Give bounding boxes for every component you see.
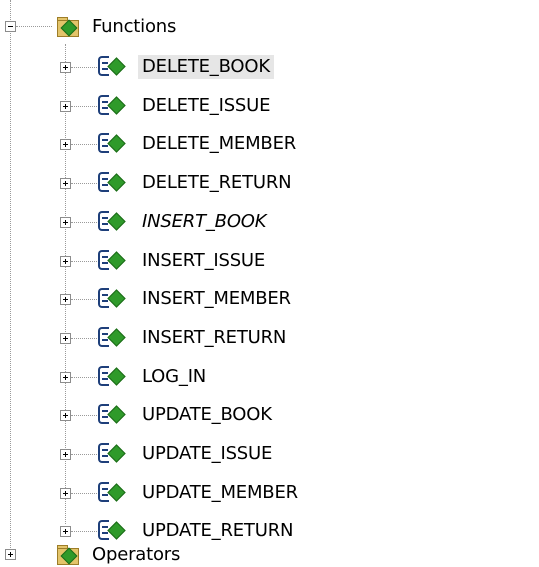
operators-folder-label[interactable]: Operators [92,543,180,567]
tree-guide-line [71,531,97,532]
function-icon [96,520,126,542]
tree-guide-line [71,338,97,339]
function-label[interactable]: INSERT_BOOK [142,210,267,234]
function-label[interactable]: INSERT_ISSUE [142,249,265,273]
expand-toggle[interactable] [60,139,71,150]
function-icon [96,172,126,194]
expand-operators-toggle[interactable] [5,549,16,560]
tree-row[interactable]: INSERT_MEMBER [0,278,539,316]
tree-row[interactable]: UPDATE_BOOK [0,394,539,432]
tree-guide-line [71,299,97,300]
tree-row[interactable]: DELETE_RETURN [0,162,539,200]
tree-guide-line [71,377,97,378]
tree-row[interactable]: DELETE_ISSUE [0,85,539,123]
operators-folder-icon [57,545,79,565]
function-icon [96,288,126,310]
tree-row[interactable]: INSERT_RETURN [0,317,539,355]
function-label[interactable]: INSERT_RETURN [142,326,286,350]
expand-toggle[interactable] [60,333,71,344]
function-label[interactable]: UPDATE_BOOK [142,403,272,427]
function-label[interactable]: UPDATE_RETURN [142,519,293,543]
tree-guide-line [71,415,97,416]
function-label[interactable]: DELETE_BOOK [138,55,274,79]
tree-row[interactable]: DELETE_MEMBER [0,123,539,161]
tree-guide-line [71,67,97,68]
function-icon [96,482,126,504]
function-icon [96,211,126,233]
tree-row[interactable]: UPDATE_MEMBER [0,472,539,510]
function-label[interactable]: DELETE_MEMBER [142,132,296,156]
tree-row[interactable]: INSERT_BOOK [0,201,539,239]
function-icon [96,443,126,465]
function-label[interactable]: UPDATE_ISSUE [142,442,272,466]
tree-guide-line [71,454,97,455]
collapse-functions-toggle[interactable] [5,21,16,32]
functions-folder-icon [57,17,79,37]
tree-guide-line [71,144,97,145]
tree-row[interactable]: UPDATE_ISSUE [0,433,539,471]
expand-toggle[interactable] [60,62,71,73]
functions-folder-label[interactable]: Functions [92,15,176,39]
tree-guide-line [71,493,97,494]
tree-guide-line [71,183,97,184]
tree-row[interactable]: LOG_IN [0,356,539,394]
function-icon [96,366,126,388]
function-icon [96,133,126,155]
function-label[interactable]: DELETE_RETURN [142,171,292,195]
function-icon [96,56,126,78]
tree-row[interactable]: UPDATE_RETURN [0,510,539,548]
function-label[interactable]: DELETE_ISSUE [142,94,271,118]
tree-row[interactable]: INSERT_ISSUE [0,240,539,278]
expand-toggle[interactable] [60,488,71,499]
expand-toggle[interactable] [60,410,71,421]
function-label[interactable]: UPDATE_MEMBER [142,481,298,505]
expand-toggle[interactable] [60,217,71,228]
function-icon [96,250,126,272]
tree-guide-line [71,222,97,223]
expand-toggle[interactable] [60,449,71,460]
tree-guide-line [16,26,52,27]
object-tree: Functions DELETE_BOOK DELETE_ISSUE DELETE_… [0,0,539,565]
expand-toggle[interactable] [60,101,71,112]
expand-toggle[interactable] [60,178,71,189]
tree-guide-line [71,106,97,107]
expand-toggle[interactable] [60,256,71,267]
expand-toggle[interactable] [60,294,71,305]
expand-toggle[interactable] [60,372,71,383]
tree-row[interactable]: DELETE_BOOK [0,46,539,84]
tree-guide-line [71,261,97,262]
function-label[interactable]: LOG_IN [142,365,206,389]
expand-toggle[interactable] [60,526,71,537]
function-icon [96,327,126,349]
function-label[interactable]: INSERT_MEMBER [142,287,291,311]
function-icon [96,95,126,117]
function-icon [96,404,126,426]
